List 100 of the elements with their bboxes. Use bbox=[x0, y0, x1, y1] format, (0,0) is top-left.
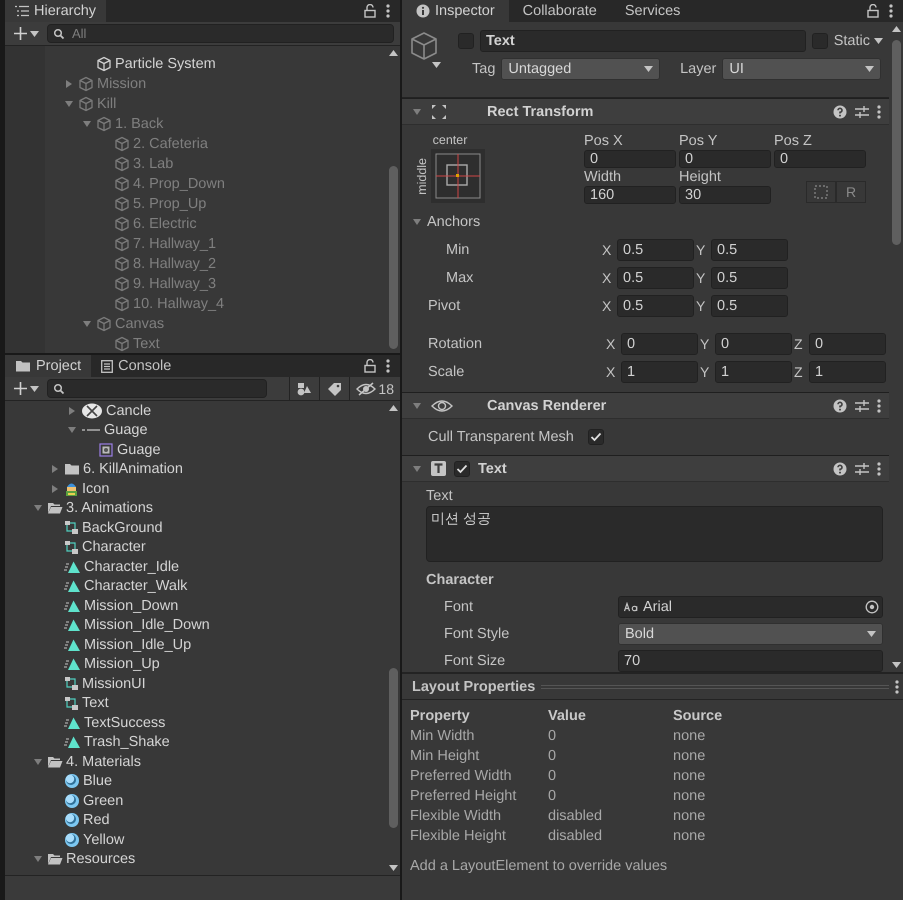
sphere-icon bbox=[64, 773, 80, 790]
lock-icon[interactable] bbox=[364, 359, 376, 373]
font-style-dropdown[interactable]: Bold bbox=[618, 622, 883, 644]
number-field[interactable]: 70 bbox=[618, 650, 883, 672]
more-options-icon[interactable] bbox=[877, 462, 881, 476]
help-icon[interactable] bbox=[833, 104, 847, 118]
component-header[interactable]: Canvas Renderer bbox=[402, 392, 889, 419]
name-field[interactable]: Text bbox=[480, 30, 806, 52]
tree-item[interactable]: TextSuccess bbox=[84, 714, 166, 731]
number-field[interactable]: 30 bbox=[679, 186, 771, 204]
tag-dropdown[interactable]: Untagged bbox=[501, 58, 660, 80]
component-header[interactable]: Rect Transform bbox=[402, 98, 889, 125]
number-field[interactable]: 0 bbox=[679, 150, 771, 168]
help-icon[interactable] bbox=[833, 398, 847, 412]
presets-icon[interactable] bbox=[855, 104, 869, 118]
panel-tab[interactable]: Collaborate bbox=[508, 0, 611, 22]
lock-icon[interactable] bbox=[867, 4, 879, 18]
scroll-up-icon[interactable] bbox=[388, 405, 398, 411]
property-label: Text bbox=[426, 488, 454, 504]
number-field[interactable]: 1 bbox=[715, 360, 792, 382]
foldout-label[interactable]: Anchors bbox=[427, 214, 480, 230]
tree-item[interactable]: Cancle bbox=[106, 402, 152, 419]
text-area[interactable]: 미션 성공 bbox=[426, 506, 883, 562]
tree-item[interactable]: MissionUI bbox=[82, 676, 146, 692]
scrollbar-thumb[interactable] bbox=[892, 40, 900, 245]
more-options-icon[interactable] bbox=[895, 680, 899, 694]
presets-icon[interactable] bbox=[855, 462, 869, 476]
component-header[interactable]: Text bbox=[402, 455, 889, 482]
number-field[interactable]: 0.5 bbox=[617, 266, 694, 288]
tree-item[interactable]: Blue bbox=[83, 773, 112, 790]
table-cell-text: none bbox=[673, 788, 706, 804]
tree-item[interactable]: Mission_Up bbox=[84, 656, 160, 672]
tree-item[interactable]: Mission_Down bbox=[84, 598, 178, 614]
tree-item[interactable]: Resources bbox=[66, 851, 136, 868]
number-field[interactable]: 0.5 bbox=[711, 266, 788, 288]
static-dropdown[interactable]: Static bbox=[834, 33, 883, 49]
more-options-icon[interactable] bbox=[386, 359, 390, 373]
tree-item[interactable]: BackGround bbox=[82, 520, 163, 536]
presets-icon[interactable] bbox=[855, 398, 869, 412]
search-field[interactable]: All bbox=[47, 24, 394, 43]
tree-item[interactable]: Mission_Idle_Down bbox=[84, 617, 210, 634]
tree-item[interactable]: 6. KillAnimation bbox=[83, 461, 183, 478]
panel-tab[interactable]: Project bbox=[5, 355, 92, 377]
more-options-icon[interactable] bbox=[877, 398, 881, 412]
tree-item[interactable]: Green bbox=[83, 792, 124, 809]
tree-item[interactable]: Yellow bbox=[83, 832, 124, 848]
tree-item[interactable]: Character bbox=[82, 539, 146, 556]
tree-item[interactable]: 3. Animations bbox=[66, 500, 154, 516]
property-label: Font bbox=[444, 598, 474, 614]
tree-item[interactable]: Character_Idle bbox=[84, 558, 180, 575]
layer-dropdown[interactable]: UI bbox=[722, 58, 882, 80]
scrollbar-thumb[interactable] bbox=[388, 668, 398, 828]
anchor-presets-icon[interactable] bbox=[431, 149, 485, 203]
scroll-up-icon[interactable] bbox=[388, 50, 398, 56]
number-field[interactable]: 1 bbox=[621, 360, 698, 382]
panel-tab[interactable]: Services bbox=[610, 0, 694, 22]
more-options-icon[interactable] bbox=[877, 104, 881, 118]
cube-icon bbox=[114, 236, 130, 252]
number-field[interactable]: 0 bbox=[715, 332, 792, 354]
caret-icon bbox=[874, 38, 883, 44]
info-icon bbox=[416, 4, 430, 18]
search-icon bbox=[53, 28, 67, 40]
tree-item[interactable]: Particle System bbox=[115, 56, 216, 72]
help-icon[interactable] bbox=[833, 462, 847, 476]
number-field[interactable]: 0 bbox=[584, 150, 676, 168]
table-cell-text: Min Width bbox=[410, 728, 476, 744]
number-field[interactable]: 1 bbox=[809, 360, 886, 382]
tree-item[interactable]: Guage bbox=[104, 422, 148, 438]
number-field[interactable]: 0.5 bbox=[711, 294, 788, 316]
tree-item[interactable]: Red bbox=[83, 812, 110, 828]
number-field[interactable]: 160 bbox=[584, 186, 676, 204]
panel-tab[interactable]: Hierarchy bbox=[5, 0, 106, 22]
number-field[interactable]: 0.5 bbox=[617, 294, 694, 316]
panel-tab[interactable]: Console bbox=[91, 355, 182, 377]
caret-icon bbox=[867, 630, 876, 636]
font-field[interactable]: Arial bbox=[618, 596, 883, 618]
scrollbar-thumb[interactable] bbox=[388, 166, 398, 349]
tree-item[interactable]: Guage bbox=[117, 442, 161, 458]
blueprint-mode-button[interactable] bbox=[806, 181, 836, 203]
tree-item[interactable]: Icon bbox=[82, 480, 110, 497]
panel-tab[interactable]: Inspector bbox=[402, 0, 509, 22]
tree-item[interactable]: 4. Materials bbox=[66, 754, 141, 770]
scroll-up-icon[interactable] bbox=[892, 26, 900, 32]
number-field[interactable]: 0.5 bbox=[617, 238, 694, 260]
enabled-checkbox[interactable] bbox=[454, 460, 470, 476]
object-picker-icon[interactable] bbox=[865, 600, 879, 614]
lock-icon[interactable] bbox=[364, 4, 376, 18]
table-cell-text: none bbox=[673, 768, 706, 784]
search-field[interactable] bbox=[47, 379, 267, 398]
checkbox[interactable] bbox=[588, 429, 604, 445]
number-field[interactable]: 0 bbox=[809, 332, 886, 354]
number-field[interactable]: 0.5 bbox=[711, 238, 788, 260]
number-field[interactable]: 0 bbox=[621, 332, 698, 354]
tree-item[interactable]: Character_Walk bbox=[84, 578, 188, 594]
tree-item[interactable]: Text bbox=[82, 695, 109, 712]
tree-item[interactable]: Mission_Idle_Up bbox=[84, 636, 192, 653]
number-field[interactable]: 0 bbox=[774, 150, 866, 168]
more-options-icon[interactable] bbox=[386, 4, 390, 18]
tree-item[interactable]: Trash_Shake bbox=[84, 734, 170, 750]
more-options-icon[interactable] bbox=[889, 4, 893, 18]
